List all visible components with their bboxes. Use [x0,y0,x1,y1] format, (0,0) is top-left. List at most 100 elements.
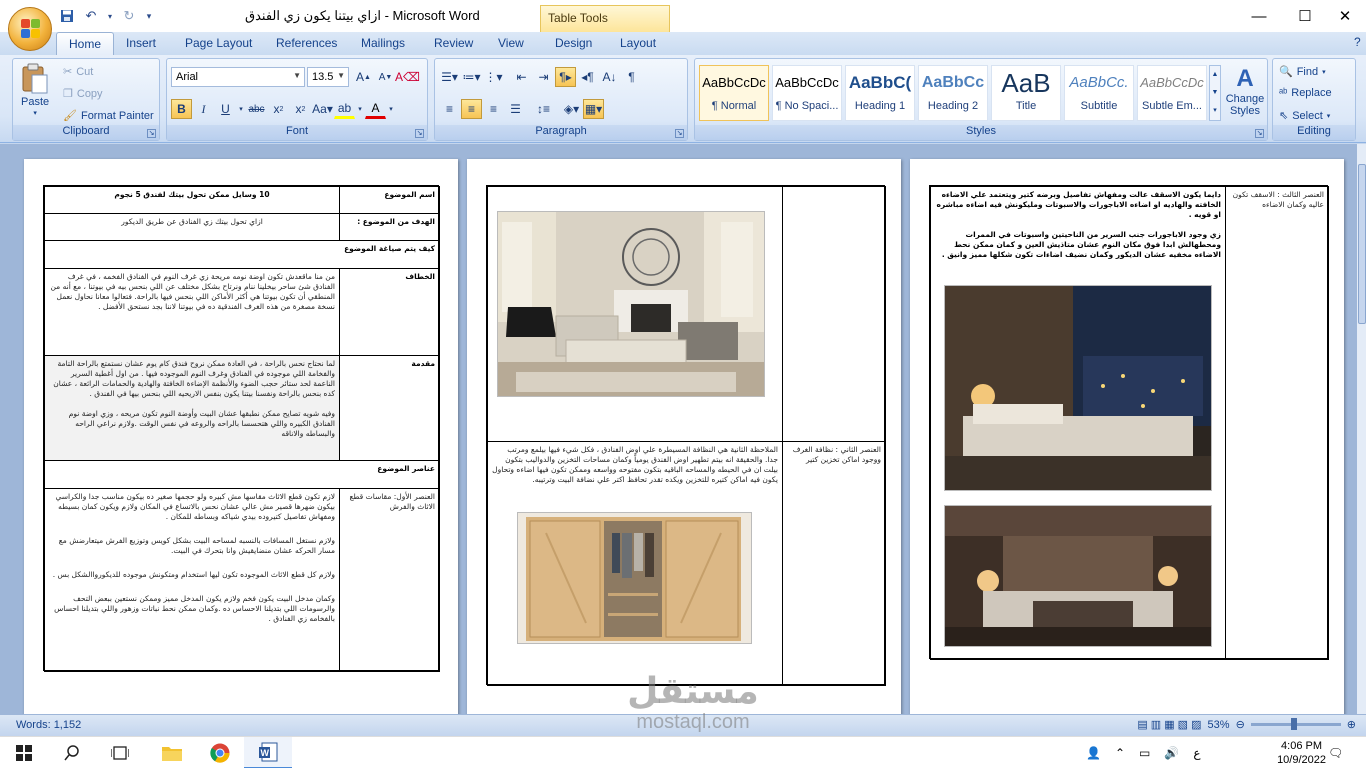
chevron-up-icon[interactable]: ⌃ [1115,746,1125,760]
clock[interactable]: 4:06 PM 10/9/2022 [1277,739,1326,767]
increase-indent-icon[interactable]: ⇥ [533,67,554,87]
subscript-icon[interactable]: x2 [268,99,289,119]
volume-icon[interactable]: 🔊 [1164,746,1179,760]
tab-review[interactable]: Review [434,36,473,50]
style-heading-1[interactable]: AaBbC( Heading 1 [845,65,915,121]
vertical-scrollbar[interactable] [1356,144,1366,714]
redo-icon[interactable]: ↻ [120,7,138,25]
style-sample: AaBbCcDc [702,75,766,90]
zoom-slider[interactable] [1250,718,1341,730]
bullets-icon[interactable]: ☰▾ [439,67,460,87]
clear-formatting-icon[interactable]: A⌫ [395,67,420,87]
minimize-button[interactable]: — [1236,0,1282,32]
tab-references[interactable]: References [276,36,337,50]
select-button[interactable]: ⇖ Select ▾ [1279,109,1330,123]
styles-launcher-icon[interactable]: ↘ [1255,129,1264,138]
element-2-label: العنصر الثاني : نظافة الغرف ووجود اماكن … [782,441,886,686]
tab-insert[interactable]: Insert [126,36,156,50]
task-view-button[interactable] [96,737,144,768]
style-subtitle[interactable]: AaBbCc. Subtitle [1064,65,1134,121]
scrollbar-thumb[interactable] [1358,164,1366,324]
zoom-in-icon[interactable]: ⊕ [1347,718,1356,731]
superscript-icon[interactable]: x2 [290,99,311,119]
search-button[interactable] [48,737,96,768]
align-right-icon[interactable]: ≡ [483,99,504,119]
numbering-icon[interactable]: ≔▾ [461,67,482,87]
borders-icon[interactable]: ▦▾ [583,99,604,119]
input-language[interactable]: ع [1193,746,1200,760]
strikethrough-icon[interactable]: abc [246,99,267,119]
close-button[interactable]: ✕ [1322,0,1366,32]
style-sample: AaBbCcDc [775,75,839,90]
element-3-label: العنصر الثالث : الاسقف تكون عاليه وكمان … [1225,186,1329,660]
italic-icon[interactable]: I [193,99,214,119]
shading-icon[interactable]: ◈▾ [561,99,582,119]
grow-font-icon[interactable]: A ▲ [353,67,374,87]
font-size-combo[interactable]: 13.5 ▼ [307,67,349,87]
highlight-dropdown-icon[interactable]: ▾ [356,99,364,119]
bold-icon[interactable]: B [171,99,192,119]
sort-icon[interactable]: A↓ [599,67,620,87]
customize-qat-icon[interactable]: ▾ [144,7,154,25]
file-explorer-button[interactable] [148,737,196,768]
font-color-dropdown-icon[interactable]: ▾ [387,99,395,119]
multilevel-list-icon[interactable]: ⋮▾ [483,67,504,87]
font-name-combo[interactable]: Arial ▼ [171,67,305,87]
style-heading-2[interactable]: AaBbCc Heading 2 [918,65,988,121]
tab-view[interactable]: View [498,36,524,50]
line-spacing-icon[interactable]: ↕≡ [533,99,554,119]
underline-icon[interactable]: U [215,99,236,119]
view-buttons[interactable]: ▤ ▥ ▦ ▧ ▨ [1137,718,1201,731]
styles-gallery-scroll[interactable]: ▲ ▼ ▾ [1209,65,1221,121]
start-button[interactable] [0,737,48,768]
office-button[interactable] [8,7,52,51]
undo-icon[interactable]: ↶ [82,7,100,25]
word-count[interactable]: Words: 1,152 [16,719,81,731]
replace-button[interactable]: ᵃᵇ Replace [1279,87,1332,99]
style-no-spacing[interactable]: AaBbCcDc ¶ No Spaci... [772,65,842,121]
tab-mailings[interactable]: Mailings [361,36,405,50]
paste-button[interactable]: Paste ▾ [21,63,49,117]
justify-icon[interactable]: ☰ [505,99,526,119]
font-color-icon[interactable]: A [365,99,386,119]
change-styles-button[interactable]: A Change Styles [1223,65,1267,117]
people-icon[interactable]: 👤 [1086,746,1101,760]
paragraph-launcher-icon[interactable]: ↘ [675,129,684,138]
element-2-cell: الملاحظة الثانية هي النظافة المسيطرة علي… [487,441,783,686]
style-subtle-emphasis[interactable]: AaBbCcDc Subtle Em... [1137,65,1207,121]
tab-page-layout[interactable]: Page Layout [185,36,252,50]
align-left-icon[interactable]: ≡ [439,99,460,119]
tab-layout[interactable]: Layout [620,36,656,50]
align-center-icon[interactable]: ≡ [461,99,482,119]
zoom-slider-knob[interactable] [1290,718,1297,730]
find-button[interactable]: 🔍 Find ▾ [1279,65,1326,79]
style-normal[interactable]: AaBbCcDc ¶ Normal [699,65,769,121]
shrink-font-icon[interactable]: A ▼ [375,67,396,87]
empty-cell [782,186,886,442]
zoom-level[interactable]: 53% [1208,719,1230,731]
undo-dropdown-icon[interactable]: ▾ [106,7,114,25]
style-title[interactable]: AaB Title [991,65,1061,121]
tab-home[interactable]: Home [56,32,115,56]
save-icon[interactable] [58,7,76,25]
format-painter-button[interactable]: 🖌 Format Painter [63,109,154,123]
show-marks-icon[interactable]: ¶ [621,67,642,87]
tab-design[interactable]: Design [555,36,592,50]
cut-button[interactable]: ✂ Cut [63,65,93,79]
clipboard-launcher-icon[interactable]: ↘ [147,129,156,138]
change-case-icon[interactable]: Aa▾ [312,99,333,119]
font-launcher-icon[interactable]: ↘ [415,129,424,138]
chrome-button[interactable] [196,737,244,768]
copy-button[interactable]: ❐ Copy [63,87,103,101]
rtl-paragraph-icon[interactable]: ◂¶ [577,67,598,87]
underline-dropdown-icon[interactable]: ▾ [237,99,245,119]
notifications-icon[interactable]: 🗨 [1328,737,1343,768]
zoom-out-icon[interactable]: ⊖ [1236,718,1245,731]
decrease-indent-icon[interactable]: ⇤ [511,67,532,87]
highlight-icon[interactable]: ab [334,99,355,119]
network-icon[interactable]: ▭ [1139,746,1150,760]
ltr-paragraph-icon[interactable]: ¶▸ [555,67,576,87]
replace-icon: ᵃᵇ [1279,87,1288,99]
word-taskbar-button[interactable]: W [244,737,292,768]
help-icon[interactable]: ? [1354,35,1361,49]
